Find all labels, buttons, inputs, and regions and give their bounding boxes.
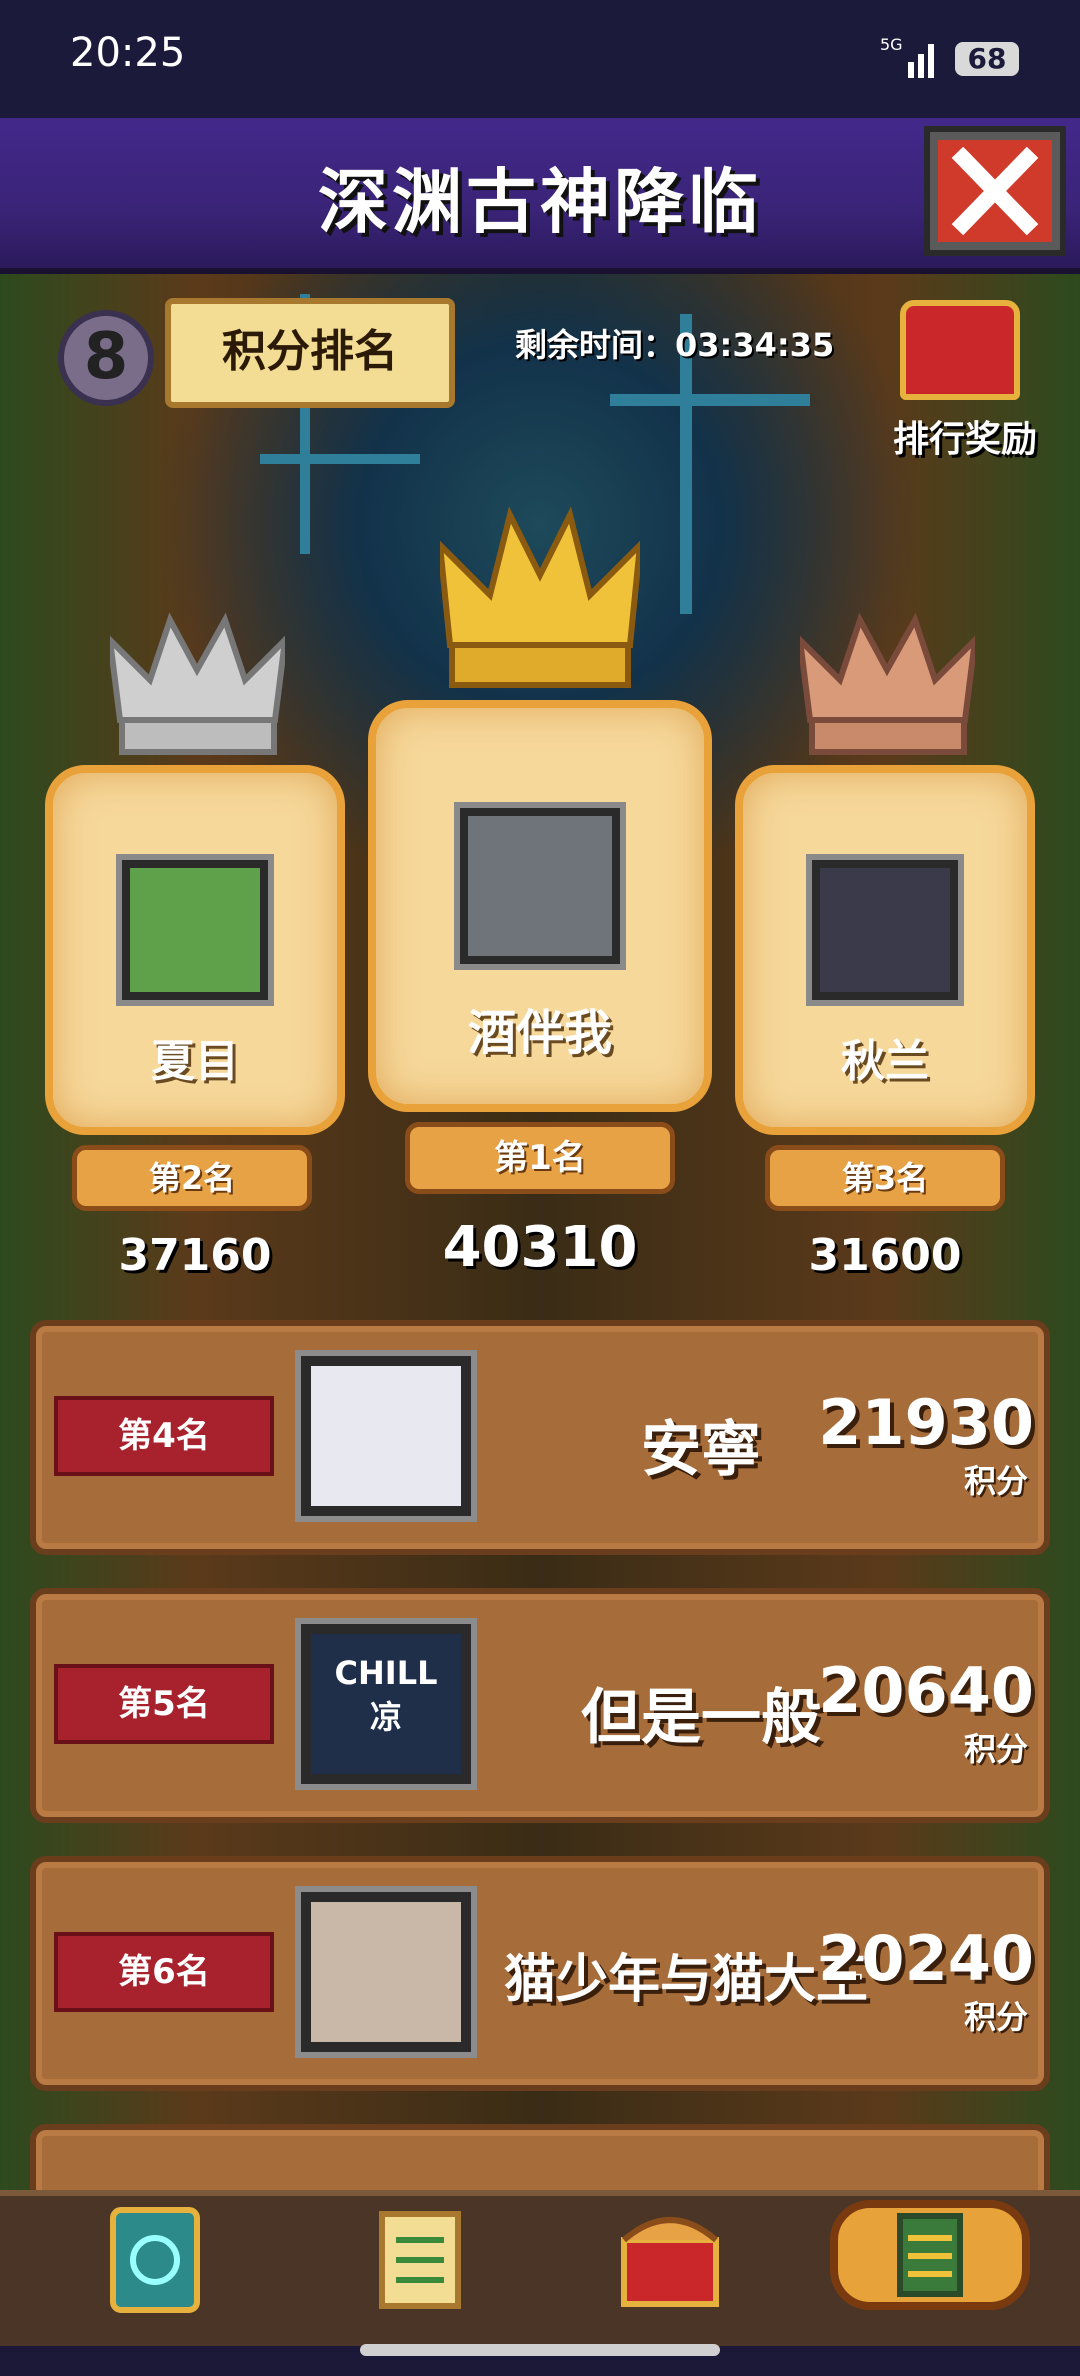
avatar[interactable] (295, 1350, 477, 1522)
podium-score-first: 40310 (442, 1215, 638, 1280)
page-title: 深渊古神降临 (318, 161, 762, 243)
list-item[interactable]: 第5名 CHILL 凉 但是一般 20640 积分 (30, 1588, 1050, 1823)
rank-tag: 第5名 (54, 1664, 274, 1744)
ranking-rewards-button[interactable]: 排行奖励 (880, 300, 1040, 460)
rank-badge-button[interactable]: 8 (58, 310, 154, 406)
podium-rank-second: 第2名 (72, 1145, 312, 1211)
leaderboard-tab-active[interactable] (830, 2200, 1030, 2310)
avatar-second[interactable] (116, 854, 274, 1006)
home-indicator[interactable] (360, 2344, 720, 2356)
status-bar: 20:25 5G 68 (0, 0, 1080, 118)
card-icon[interactable] (95, 2200, 215, 2320)
signal-icon: 5G (880, 35, 934, 78)
player-score: 20640 (818, 1654, 1034, 1727)
countdown-value: 03:34:35 (675, 326, 835, 364)
rank-tag: 第4名 (54, 1396, 274, 1476)
chest-icon[interactable] (610, 2200, 730, 2320)
silver-crown-icon (110, 612, 285, 755)
score-unit: 积分 (963, 1462, 1028, 1500)
treasure-chest-icon (900, 300, 1020, 400)
bronze-crown-icon (800, 612, 975, 755)
battery-indicator: 68 (955, 42, 1019, 76)
podium-rank-first: 第1名 (405, 1122, 675, 1194)
status-time: 20:25 (70, 30, 186, 76)
rank-tag: 第6名 (54, 1932, 274, 2012)
podium-rank-third: 第3名 (765, 1145, 1005, 1211)
player-score: 21930 (818, 1386, 1034, 1459)
podium-name-second: 夏目 (151, 1036, 239, 1087)
player-score: 20240 (818, 1922, 1034, 1995)
quest-scroll-icon[interactable] (360, 2200, 480, 2320)
header: 深渊古神降临 (0, 118, 1080, 274)
close-icon (951, 146, 1039, 236)
list-item[interactable]: 第4名 安寧 21930 积分 (30, 1320, 1050, 1555)
avatar[interactable]: CHILL 凉 (295, 1618, 477, 1790)
podium-score-third: 31600 (808, 1230, 962, 1281)
podium-name-third: 秋兰 (841, 1036, 929, 1087)
ranking-tab[interactable]: 积分排名 (165, 298, 455, 408)
podium-score-second: 37160 (118, 1230, 272, 1281)
ranking-rewards-label: 排行奖励 (892, 419, 1037, 460)
gold-crown-icon (440, 506, 640, 688)
avatar[interactable] (295, 1886, 477, 2058)
list-item[interactable]: 第6名 猫少年与猫大王 20240 积分 (30, 1856, 1050, 2091)
avatar-third[interactable] (806, 854, 964, 1006)
countdown-label: 剩余时间： (515, 326, 676, 364)
score-unit: 积分 (963, 1730, 1028, 1768)
countdown: 剩余时间：03:34:35 (515, 320, 834, 366)
svg-text:5G: 5G (880, 35, 903, 54)
leaderboard-icon (897, 2213, 963, 2297)
score-unit: 积分 (963, 1998, 1028, 2036)
close-button[interactable] (924, 126, 1066, 256)
podium-name-first: 酒伴我 (467, 1005, 612, 1061)
avatar-first[interactable] (454, 802, 626, 970)
